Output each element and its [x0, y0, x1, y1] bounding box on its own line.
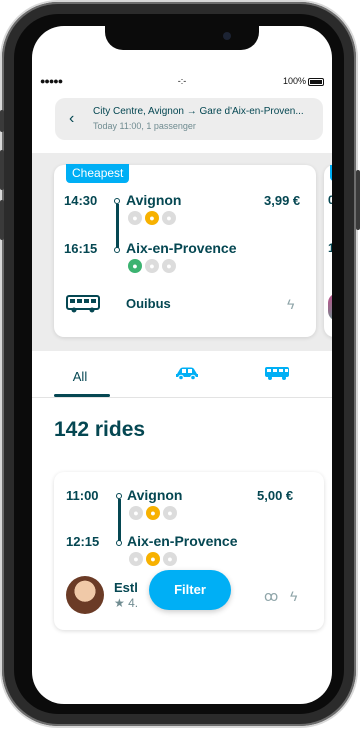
featured-ride-card[interactable]: Cheapest 14:30 Avignon ● ● ● 3,99 € 16:1…	[54, 164, 316, 337]
rides-count: 142 rides	[54, 418, 146, 441]
price: 3,99 €	[264, 193, 301, 208]
transfer-row: ● ● ●	[129, 552, 177, 566]
arrival-city: Aix-en-Provence	[126, 240, 237, 256]
max-two-back-icon: ꝏ	[264, 588, 279, 604]
instant-booking-icon: ϟ	[290, 588, 298, 604]
peek-avatar	[328, 293, 332, 321]
volume-up-button	[0, 150, 4, 190]
departure-time: 11:00	[66, 488, 99, 503]
peek-arrival-time: 1	[328, 241, 332, 255]
cheapest-badge: Cheapest	[66, 164, 130, 183]
walk-medium-icon: ●	[146, 552, 160, 566]
car-icon	[176, 367, 198, 381]
camera-icon	[223, 32, 231, 40]
walk-icon: ●	[128, 211, 142, 225]
walk-close-icon: ●	[128, 259, 142, 273]
walk-icon: ●	[163, 506, 177, 520]
battery-icon	[308, 78, 324, 86]
arrival-dot	[114, 247, 120, 253]
bus-icon	[66, 295, 100, 313]
power-button	[356, 170, 360, 230]
departure-time: 14:30	[64, 193, 98, 208]
tab-bus[interactable]	[257, 366, 297, 388]
walk-icon: ●	[129, 552, 143, 566]
bus-icon	[265, 367, 289, 380]
tab-all[interactable]: All	[50, 366, 110, 388]
operator-name: Ouibus	[126, 296, 171, 311]
arrival-dot	[116, 540, 122, 546]
arrival-time: 12:15	[66, 534, 100, 549]
transfer-row: ● ● ●	[128, 211, 176, 225]
back-arrow-icon[interactable]: ‹	[69, 110, 74, 128]
next-featured-card[interactable]: 0 1	[324, 165, 332, 337]
route-line	[115, 204, 119, 248]
active-tab-indicator	[54, 394, 110, 397]
instant-booking-icon: ϟ	[287, 296, 295, 312]
arrival-time: 16:15	[64, 241, 98, 256]
driver-rating: ★ 4.	[114, 596, 139, 610]
featured-carousel: Cheapest 14:30 Avignon ● ● ● 3,99 € 16:1…	[32, 153, 332, 351]
arrival-city: Aix-en-Provence	[127, 533, 238, 549]
search-summary-bar[interactable]: ‹ City Centre, Avignon → Gare d'Aix-en-P…	[55, 98, 323, 140]
walk-medium-icon: ●	[145, 211, 159, 225]
departure-city: Avignon	[126, 192, 182, 208]
walk-icon: ●	[129, 506, 143, 520]
phone-screen: ●●●●● -:- 100% ‹ City Centre, Avignon → …	[32, 26, 332, 704]
walk-icon: ●	[163, 552, 177, 566]
transfer-row: ● ● ●	[129, 506, 177, 520]
filter-button[interactable]: Filter	[149, 570, 231, 610]
walk-icon: ●	[145, 259, 159, 273]
driver-avatar[interactable]	[66, 576, 104, 614]
walk-icon: ●	[162, 211, 176, 225]
walk-medium-icon: ●	[146, 506, 160, 520]
status-bar: ●●●●● -:- 100%	[32, 76, 332, 90]
tab-carpool[interactable]	[167, 366, 207, 388]
transport-tabs: All	[32, 356, 332, 398]
peek-departure-time: 0	[328, 193, 332, 207]
mute-switch	[0, 110, 4, 132]
search-meta: Today 11:00, 1 passenger	[93, 121, 196, 131]
search-route: City Centre, Avignon → Gare d'Aix-en-Pro…	[93, 106, 304, 117]
transfer-row: ● ● ●	[128, 259, 176, 273]
volume-down-button	[0, 200, 4, 240]
walk-icon: ●	[162, 259, 176, 273]
notch	[105, 26, 259, 50]
peek-badge	[330, 165, 332, 181]
departure-city: Avignon	[127, 487, 183, 503]
battery-percent: 100%	[282, 76, 306, 86]
route-line	[117, 499, 121, 541]
price: 5,00 €	[257, 488, 294, 503]
driver-name: Estl	[114, 580, 138, 595]
